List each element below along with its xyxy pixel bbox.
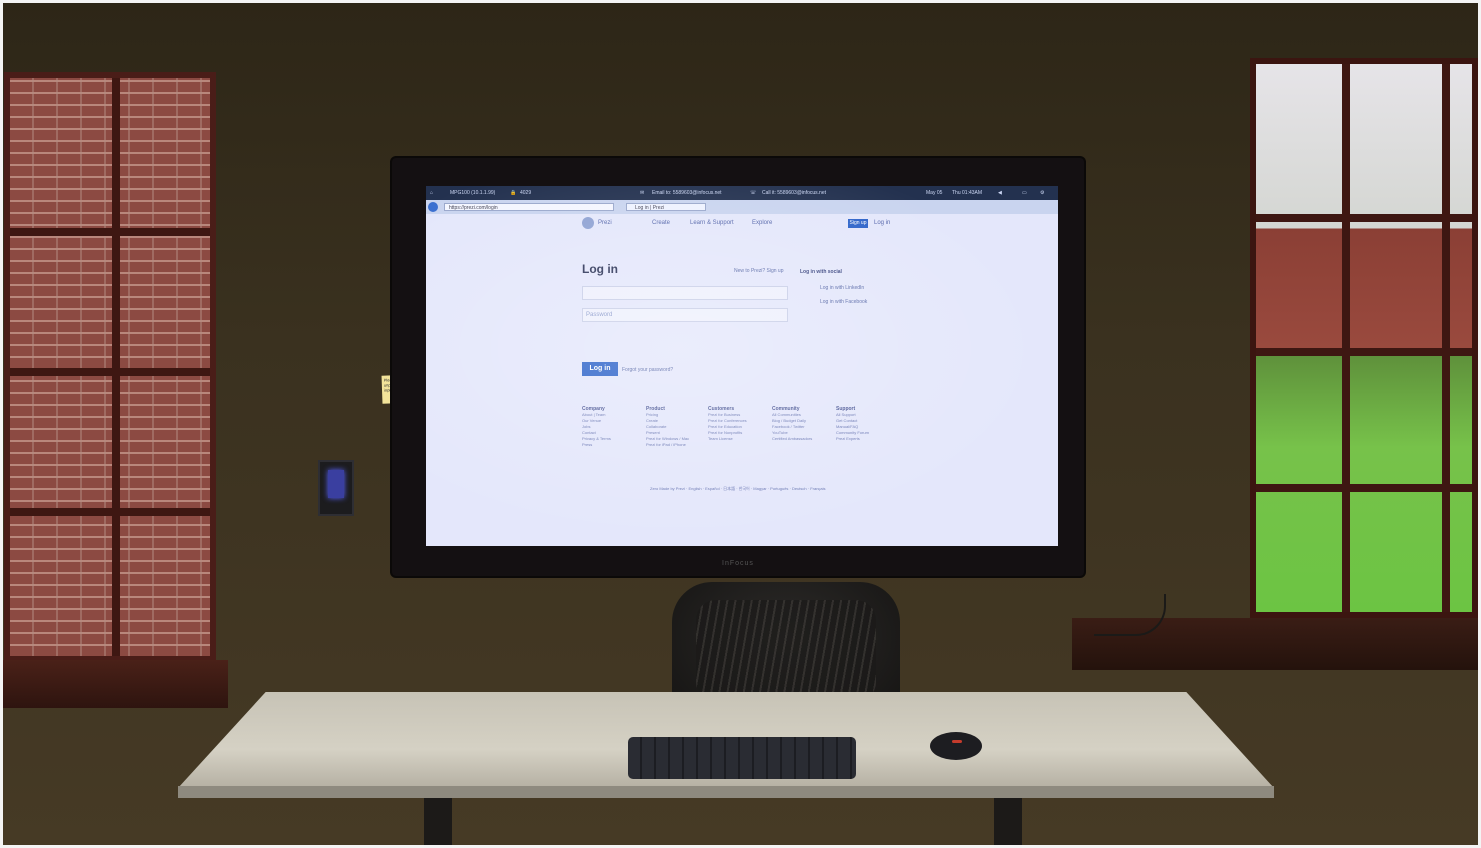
- desk-leg: [424, 798, 452, 848]
- email-field[interactable]: [582, 286, 788, 300]
- count-label: 4029: [520, 190, 532, 196]
- footer-column-product: Product Pricing Create Collaborate Prese…: [646, 406, 689, 448]
- browser-toolbar: https://prezi.com/login Log in | Prezi: [426, 200, 1058, 214]
- window-mullion: [1256, 214, 1472, 222]
- window-mullion: [10, 508, 210, 516]
- phone-icon[interactable]: ☏: [750, 186, 756, 200]
- address-bar[interactable]: https://prezi.com/login: [444, 203, 614, 211]
- chair-mesh: [696, 600, 876, 702]
- back-button[interactable]: [428, 202, 438, 212]
- nav-item-explore[interactable]: Explore: [752, 220, 772, 226]
- card-reader-keypad: [328, 470, 344, 498]
- brick-wall: [10, 78, 210, 656]
- desk-edge: [178, 786, 1274, 798]
- window-mullion: [1256, 348, 1472, 356]
- wireless-mouse[interactable]: [930, 732, 982, 760]
- footer-link[interactable]: Press: [582, 442, 611, 448]
- nav-item-create[interactable]: Create: [652, 220, 670, 226]
- email-label[interactable]: Email to: 5589603@infocus.net: [652, 186, 722, 200]
- call-label[interactable]: Call it: 5589603@infocus.net: [762, 186, 826, 200]
- nav-login-link[interactable]: Log in: [874, 220, 890, 226]
- facebook-login-link[interactable]: Log in with Facebook: [820, 299, 867, 305]
- footer-column-support: Support All Support Get Contact Manual/F…: [836, 406, 869, 442]
- footer-column-community: Community All Communities Blog / Budget …: [772, 406, 812, 442]
- social-login-title: Log in with social: [800, 269, 842, 275]
- login-title: Log in: [582, 262, 618, 276]
- lock-icon: 🔒: [510, 190, 517, 196]
- footer-link[interactable]: Prezi Experts: [836, 436, 869, 442]
- site-nav: Prezi Create Learn & Support Explore Sig…: [426, 214, 1058, 234]
- mouse-led: [952, 740, 962, 743]
- email-icon[interactable]: ✉: [640, 186, 644, 200]
- time-label: Thu 01:43AM: [952, 190, 983, 196]
- outside-view: [1256, 64, 1472, 612]
- footer-link[interactable]: Prezi for iPad / iPhone: [646, 442, 689, 448]
- forgot-password-link[interactable]: Forgot your password?: [622, 367, 673, 373]
- wireless-keyboard[interactable]: [628, 737, 856, 779]
- footer-column-company: Company About | Team Our Venue Jobs Cont…: [582, 406, 611, 448]
- card-reader: [318, 460, 354, 516]
- monitor-screen: ⌂ MPG100 (10.1.1.99) 🔒 4029 ✉ Email to: …: [426, 186, 1058, 546]
- web-page: Prezi Create Learn & Support Explore Sig…: [426, 214, 1058, 546]
- host-label: MPG100 (10.1.1.99): [450, 190, 496, 196]
- window-mullion: [1342, 64, 1350, 612]
- room-scene: Please do not unplug or change input InF…: [0, 0, 1481, 848]
- window-mullion: [1442, 64, 1450, 612]
- monitor-brand: InFocus: [722, 560, 754, 567]
- settings-icon[interactable]: ⚙: [1040, 186, 1044, 200]
- right-window: [1250, 58, 1478, 618]
- password-field[interactable]: Password: [582, 308, 788, 322]
- prezi-logo-icon[interactable]: [582, 217, 594, 229]
- signup-prompt[interactable]: New to Prezi? Sign up: [734, 268, 783, 274]
- left-window: [4, 72, 216, 662]
- keyboard-icon[interactable]: ▭: [1022, 186, 1027, 200]
- signup-button[interactable]: Sign up: [848, 219, 868, 228]
- home-icon[interactable]: ⌂: [430, 186, 433, 200]
- volume-icon[interactable]: ◀: [998, 186, 1002, 200]
- site-logo-text[interactable]: Prezi: [598, 220, 612, 226]
- footer-link[interactable]: Certified Ambassadors: [772, 436, 812, 442]
- linkedin-login-link[interactable]: Log in with LinkedIn: [820, 285, 864, 291]
- window-mullion: [112, 78, 120, 656]
- status-bar: ⌂ MPG100 (10.1.1.99) 🔒 4029 ✉ Email to: …: [426, 186, 1058, 200]
- nav-item-learn-support[interactable]: Learn & Support: [690, 220, 734, 226]
- footer-copyright: Zero Made by Prezi · English · Español ·…: [650, 486, 826, 491]
- footer-column-customers: Customers Prezi for Business Prezi for C…: [708, 406, 747, 442]
- footer-link[interactable]: Team License: [708, 436, 747, 442]
- left-window-sill: [0, 660, 228, 708]
- window-mullion: [10, 228, 210, 236]
- browser-tab[interactable]: Log in | Prezi: [626, 203, 706, 211]
- window-mullion: [1256, 484, 1472, 492]
- window-mullion: [10, 368, 210, 376]
- desk-leg: [994, 798, 1022, 848]
- login-button[interactable]: Log in: [582, 362, 618, 376]
- date-label: May 05: [926, 190, 943, 196]
